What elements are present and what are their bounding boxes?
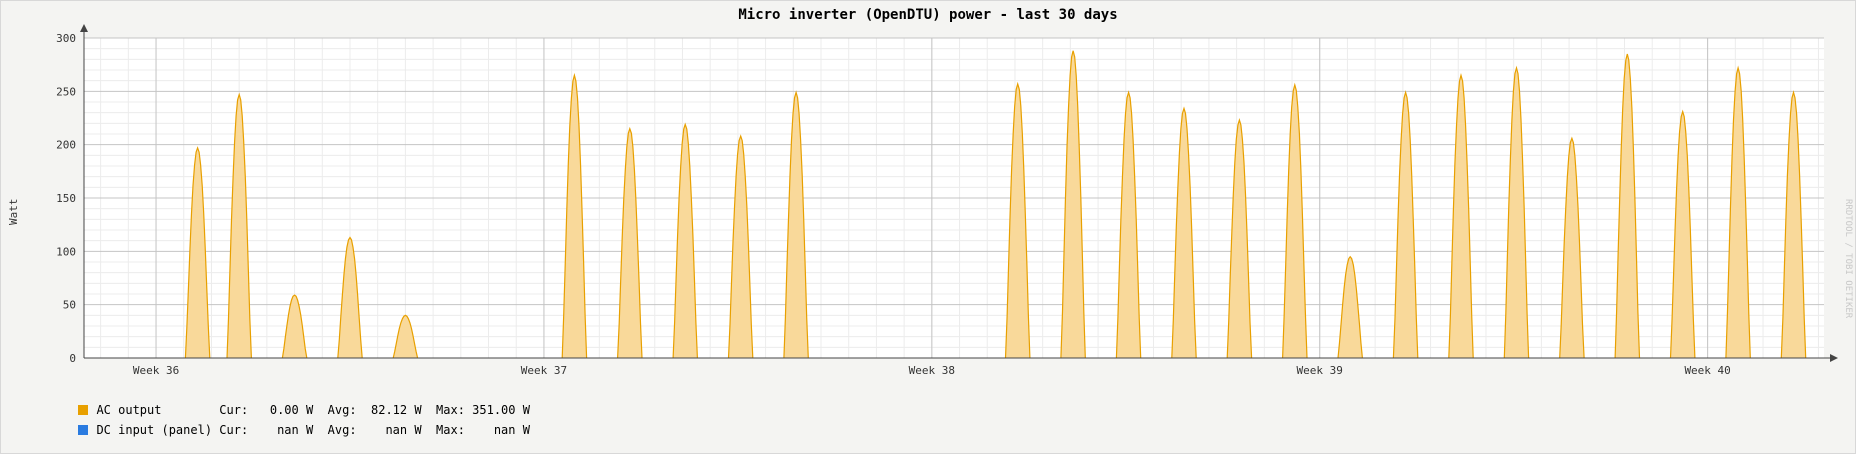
y-tick-label: 100 — [56, 245, 76, 258]
legend-swatch-dc — [78, 425, 89, 435]
y-tick-label: 150 — [56, 192, 76, 205]
y-tick-label: 50 — [63, 299, 76, 312]
x-tick-label: Week 36 — [133, 364, 179, 377]
y-tick-label: 200 — [56, 139, 76, 152]
x-tick-label: Week 38 — [909, 364, 955, 377]
y-tick-label: 0 — [69, 352, 76, 365]
power-chart: 0 50 100 150 200 250 300 Week 36 Week 37 Week 38 W… — [56, 24, 1838, 377]
x-axis-arrow — [1830, 354, 1838, 362]
x-tick-label: Week 39 — [1297, 364, 1343, 377]
legend-label-dc: DC input (panel) — [96, 423, 220, 437]
x-tick-label: Week 40 — [1684, 364, 1730, 377]
y-tick-label: 250 — [56, 85, 76, 98]
legend-stats-dc: Cur: nan W Avg: nan W Max: nan W — [219, 423, 530, 437]
x-tick-label: Week 37 — [521, 364, 567, 377]
legend-dc-input: DC input (panel) Cur: nan W Avg: nan W M… — [64, 409, 530, 437]
y-axis-arrow — [80, 24, 88, 32]
y-tick-label: 300 — [56, 32, 76, 45]
